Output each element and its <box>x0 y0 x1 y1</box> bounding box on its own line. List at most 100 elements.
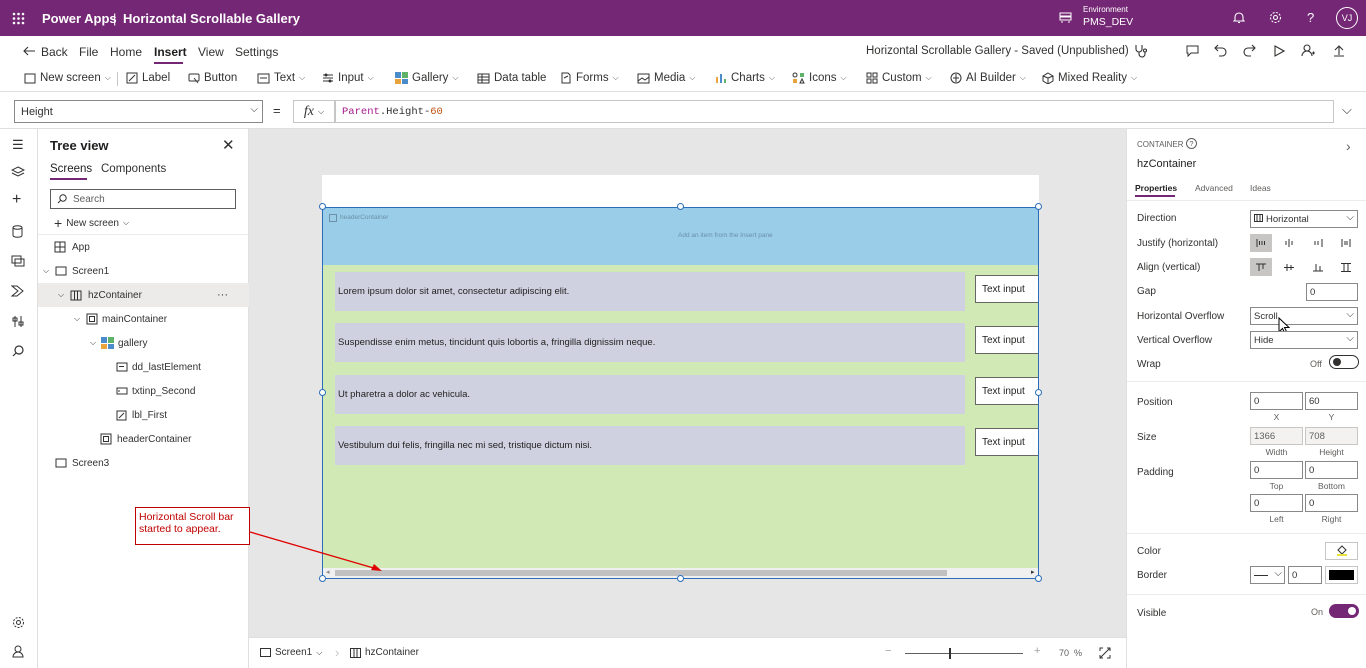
selection-handle[interactable] <box>677 575 684 582</box>
border-color-picker[interactable] <box>1325 566 1358 584</box>
padding-right-input[interactable]: 0 <box>1305 494 1358 512</box>
gallery-row[interactable]: Lorem ipsum dolor sit amet, consectetur … <box>335 272 965 311</box>
tree-search-input[interactable]: Search <box>50 189 236 209</box>
button-button[interactable]: Button <box>188 72 237 84</box>
menu-insert[interactable]: Insert <box>154 45 187 59</box>
new-screen-tree-button[interactable]: + New screen ⌵ <box>54 215 129 231</box>
selection-handle[interactable] <box>319 575 326 582</box>
direction-dropdown[interactable]: Horizontal ⌵ <box>1250 210 1358 228</box>
scrollbar-thumb[interactable] <box>335 570 947 576</box>
wrap-toggle[interactable] <box>1329 355 1359 369</box>
environment-name[interactable]: PMS_DEV <box>1083 16 1133 28</box>
text-input[interactable]: Text input <box>975 377 1038 405</box>
tab-components[interactable]: Components <box>101 163 166 175</box>
bell-icon[interactable] <box>1233 11 1245 24</box>
back-button[interactable]: Back <box>41 45 68 59</box>
text-input[interactable]: Text input <box>975 326 1038 354</box>
expand-panel-icon[interactable]: › <box>1346 138 1351 154</box>
tree-item-screen3[interactable]: Screen3 <box>38 451 249 475</box>
search-rail-icon[interactable] <box>12 345 24 357</box>
vertical-overflow-dropdown[interactable]: Hide ⌵ <box>1250 331 1358 349</box>
tree-item-headercontainer[interactable]: headerContainer <box>38 427 249 451</box>
undo-icon[interactable] <box>1214 44 1227 57</box>
border-width-input[interactable]: 0 <box>1288 566 1322 584</box>
align-bottom-button[interactable] <box>1307 258 1329 276</box>
scroll-right-arrow-icon[interactable]: ▸ <box>1031 568 1035 576</box>
visible-toggle[interactable] <box>1329 604 1359 618</box>
stethoscope-icon[interactable] <box>1134 44 1149 58</box>
insert-plus-icon[interactable]: + <box>12 191 21 209</box>
gear-icon[interactable] <box>1269 11 1282 24</box>
align-stretch-button[interactable] <box>1335 258 1357 276</box>
control-breadcrumb[interactable]: hzContainer <box>350 647 419 658</box>
custom-menu[interactable]: Custom ⌵ <box>866 72 932 84</box>
new-screen-button[interactable]: New screen ⌵ <box>24 72 111 84</box>
tree-item-app[interactable]: App <box>38 235 249 259</box>
mixed-reality-menu[interactable]: Mixed Reality ⌵ <box>1042 72 1137 84</box>
forms-menu[interactable]: Forms ⌵ <box>560 72 619 84</box>
zoom-slider-thumb[interactable] <box>949 648 951 659</box>
tree-item-maincontainer[interactable]: ⌵ mainContainer <box>38 307 249 331</box>
publish-icon[interactable] <box>1333 44 1345 57</box>
menu-view[interactable]: View <box>198 45 224 59</box>
selection-handle[interactable] <box>1035 575 1042 582</box>
text-input[interactable]: Text input <box>975 428 1038 456</box>
charts-menu[interactable]: Charts ⌵ <box>715 72 775 84</box>
avatar[interactable]: VJ <box>1336 7 1358 29</box>
color-picker[interactable] <box>1325 542 1358 560</box>
tree-item-hzcontainer[interactable]: ⌵ hzContainer ··· <box>38 283 249 307</box>
database-icon[interactable] <box>12 225 23 238</box>
screen-breadcrumb[interactable]: Screen1 ⌵ <box>260 647 322 658</box>
zoom-slider[interactable] <box>905 648 1023 659</box>
selection-handle[interactable] <box>1035 389 1042 396</box>
tree-item-gallery[interactable]: ⌵ gallery <box>38 331 249 355</box>
media-rail-icon[interactable] <box>11 255 25 267</box>
ai-builder-menu[interactable]: AI Builder ⌵ <box>950 72 1026 84</box>
align-middle-button[interactable] <box>1278 258 1300 276</box>
fx-button[interactable]: fx ⌵ <box>293 100 335 123</box>
chevron-down-icon[interactable]: ⌵ <box>43 266 49 276</box>
gallery-row[interactable]: Vestibulum dui felis, fringilla nec mi s… <box>335 426 965 465</box>
chevron-down-icon[interactable]: ⌵ <box>74 314 80 324</box>
tab-advanced[interactable]: Advanced <box>1195 183 1233 193</box>
app-launcher-icon[interactable] <box>11 11 25 25</box>
property-dropdown[interactable]: Height ⌵ <box>14 100 263 123</box>
label-button[interactable]: Label <box>126 72 170 84</box>
padding-top-input[interactable]: 0 <box>1250 461 1303 479</box>
justify-space-between-button[interactable] <box>1335 234 1357 252</box>
main-container-canvas[interactable]: Lorem ipsum dolor sit amet, consectetur … <box>323 265 1038 578</box>
position-y-input[interactable]: 60 <box>1305 392 1358 410</box>
gallery-menu[interactable]: Gallery ⌵ <box>395 72 459 84</box>
text-input[interactable]: Text input <box>975 275 1038 303</box>
menu-file[interactable]: File <box>79 45 98 59</box>
help-icon[interactable]: ? <box>1307 10 1314 25</box>
tree-item-screen1[interactable]: ⌵ Screen1 <box>38 259 249 283</box>
hamburger-icon[interactable]: ☰ <box>12 137 24 153</box>
text-menu[interactable]: Text ⌵ <box>257 72 305 84</box>
back-arrow-icon[interactable] <box>23 46 36 56</box>
tree-item-dd-lastelement[interactable]: dd_lastElement <box>38 355 249 379</box>
tab-properties[interactable]: Properties <box>1135 183 1177 193</box>
horizontal-overflow-dropdown[interactable]: Scroll ⌵ <box>1250 307 1358 325</box>
justify-center-button[interactable] <box>1278 234 1300 252</box>
zoom-out-icon[interactable]: − <box>885 645 891 657</box>
header-container-canvas[interactable]: headerContainer Add an item from the Ins… <box>323 208 1038 265</box>
gap-input[interactable]: 0 <box>1306 283 1358 301</box>
border-style-dropdown[interactable]: ⌵ <box>1250 566 1285 584</box>
padding-bottom-input[interactable]: 0 <box>1305 461 1358 479</box>
zoom-in-icon[interactable]: + <box>1034 645 1040 657</box>
virtual-agent-icon[interactable] <box>12 645 24 658</box>
gallery-row[interactable]: Suspendisse enim metus, tincidunt quis l… <box>335 323 965 362</box>
comment-icon[interactable] <box>1186 45 1199 57</box>
close-icon[interactable]: ✕ <box>222 136 235 154</box>
padding-left-input[interactable]: 0 <box>1250 494 1303 512</box>
justify-start-button[interactable] <box>1250 234 1272 252</box>
fit-to-window-icon[interactable] <box>1099 647 1111 659</box>
redo-icon[interactable] <box>1243 44 1256 57</box>
gallery-row[interactable]: Ut pharetra a dolor ac vehicula. <box>335 375 965 414</box>
icons-menu[interactable]: Icons ⌵ <box>792 72 847 84</box>
selection-handle[interactable] <box>1035 203 1042 210</box>
position-x-input[interactable]: 0 <box>1250 392 1303 410</box>
menu-home[interactable]: Home <box>110 45 142 59</box>
tree-item-lbl-first[interactable]: lbl_First <box>38 403 249 427</box>
